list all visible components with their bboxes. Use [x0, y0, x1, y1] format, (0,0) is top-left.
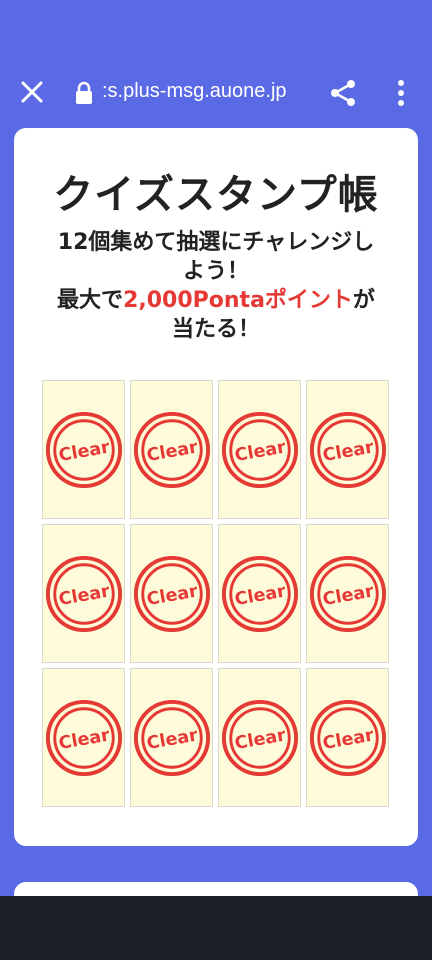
stamp-label: Clear [145, 725, 199, 754]
prize-highlight: 2,000Pontaポイント [123, 288, 353, 313]
stamp-label: Clear [57, 581, 111, 610]
subtitle-line-3-post: が [352, 288, 375, 313]
browser-toolbar: :s.plus-msg.auone.jp [0, 62, 432, 122]
more-options-icon[interactable] [392, 78, 410, 108]
clear-stamp-icon: Clear [45, 699, 122, 776]
stamp-cell: Clear [218, 668, 301, 807]
stamp-card: クイズスタンプ帳 12個集めて抽選にチャレンジし よう！ 最大で2,000Pon… [14, 128, 418, 846]
share-icon[interactable] [328, 78, 358, 108]
clear-stamp-icon: Clear [221, 555, 298, 632]
page-title: クイズスタンプ帳 [53, 172, 379, 218]
clear-stamp-icon: Clear [309, 555, 386, 632]
subtitle-line-4: 当たる！ [171, 317, 260, 342]
stamp-grid: Clear Clear Clear Clear Clear Clear Clear Clear… [42, 380, 390, 807]
stamp-cell: Clear [130, 668, 213, 807]
stamp-cell: Clear [218, 380, 301, 519]
stamp-cell: Clear [42, 380, 125, 519]
stamp-label: Clear [321, 725, 375, 754]
clear-stamp-icon: Clear [133, 699, 210, 776]
stamp-cell: Clear [306, 380, 389, 519]
stamp-cell: Clear [306, 668, 389, 807]
stamp-cell: Clear [130, 524, 213, 663]
clear-stamp-icon: Clear [221, 699, 298, 776]
stamp-cell: Clear [130, 380, 213, 519]
stamp-label: Clear [233, 725, 287, 754]
close-icon[interactable] [18, 78, 46, 106]
stamp-cell: Clear [218, 524, 301, 663]
stamp-label: Clear [233, 437, 287, 466]
stamp-cell: Clear [42, 524, 125, 663]
campaign-description: 12個集めて抽選にチャレンジし よう！ 最大で2,000Pontaポイントが 当… [34, 228, 398, 344]
subtitle-line-3-pre: 最大で [57, 288, 124, 313]
stamp-cell: Clear [306, 524, 389, 663]
clear-stamp-icon: Clear [45, 555, 122, 632]
clear-stamp-icon: Clear [309, 411, 386, 488]
url-text[interactable]: :s.plus-msg.auone.jp [102, 80, 287, 103]
status-bar [0, 0, 432, 50]
stamp-label: Clear [145, 437, 199, 466]
stamp-label: Clear [57, 437, 111, 466]
subtitle-line-2: よう！ [182, 259, 249, 284]
clear-stamp-icon: Clear [309, 699, 386, 776]
stamp-label: Clear [321, 437, 375, 466]
clear-stamp-icon: Clear [133, 555, 210, 632]
stamp-label: Clear [57, 725, 111, 754]
clear-stamp-icon: Clear [221, 411, 298, 488]
stamp-label: Clear [233, 581, 287, 610]
clear-stamp-icon: Clear [45, 411, 122, 488]
lock-icon [76, 81, 92, 104]
stamp-cell: Clear [42, 668, 125, 807]
stamp-label: Clear [321, 581, 375, 610]
stamp-label: Clear [145, 581, 199, 610]
clear-stamp-icon: Clear [133, 411, 210, 488]
system-navigation-bar [0, 896, 432, 960]
subtitle-line-1: 12個集めて抽選にチャレンジし [57, 230, 375, 255]
